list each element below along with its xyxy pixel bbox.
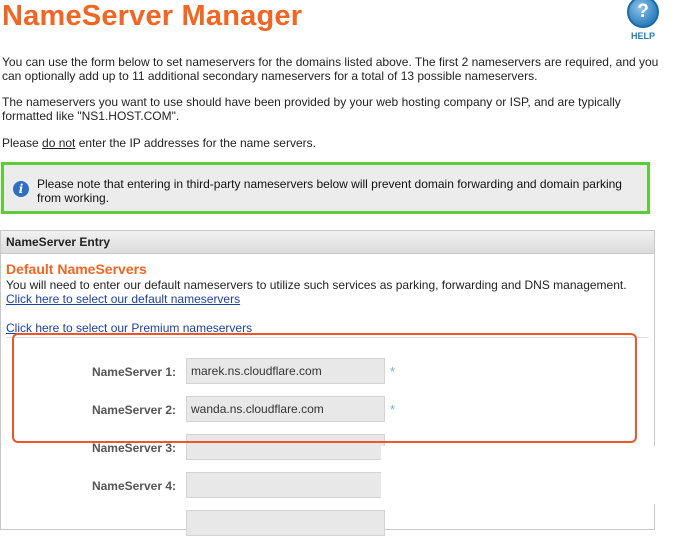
intro-p3-emphasis: do not bbox=[42, 136, 76, 150]
section-title: Default NameServers bbox=[6, 261, 147, 277]
notice-text: Please note that entering in third-party… bbox=[37, 177, 622, 205]
section-description: You will need to enter our default names… bbox=[6, 278, 627, 292]
intro-p3-before: Please bbox=[2, 136, 43, 150]
intro-paragraph-2: The nameservers you want to use should h… bbox=[2, 95, 621, 123]
nameserver-label: NameServer 4: bbox=[91, 479, 176, 493]
annotation-highlight bbox=[12, 333, 637, 443]
forwarding-notice: i Please note that entering in third-par… bbox=[1, 162, 650, 214]
info-icon: i bbox=[13, 181, 29, 197]
panel-header: NameServer Entry bbox=[1, 231, 654, 254]
intro-p3-after: enter the IP addresses for the name serv… bbox=[75, 136, 316, 150]
intro-paragraph-1: You can use the form below to set namese… bbox=[2, 55, 659, 83]
nameserver-5-input[interactable] bbox=[186, 510, 385, 536]
nameserver-row-5 bbox=[1, 510, 656, 538]
help-icon[interactable]: ? bbox=[627, 0, 659, 28]
help-label[interactable]: HELP bbox=[625, 31, 661, 41]
default-nameservers-link[interactable]: Click here to select our default nameser… bbox=[6, 292, 240, 306]
intro-paragraph-3: Please do not enter the IP addresses for… bbox=[2, 136, 316, 150]
page-title: NameServer Manager bbox=[2, 0, 303, 32]
nameserver-4-input[interactable] bbox=[186, 472, 385, 498]
blank-overlay bbox=[381, 446, 671, 504]
nameserver-label: NameServer 3: bbox=[91, 441, 176, 455]
help-button[interactable]: ? HELP bbox=[625, 0, 661, 41]
